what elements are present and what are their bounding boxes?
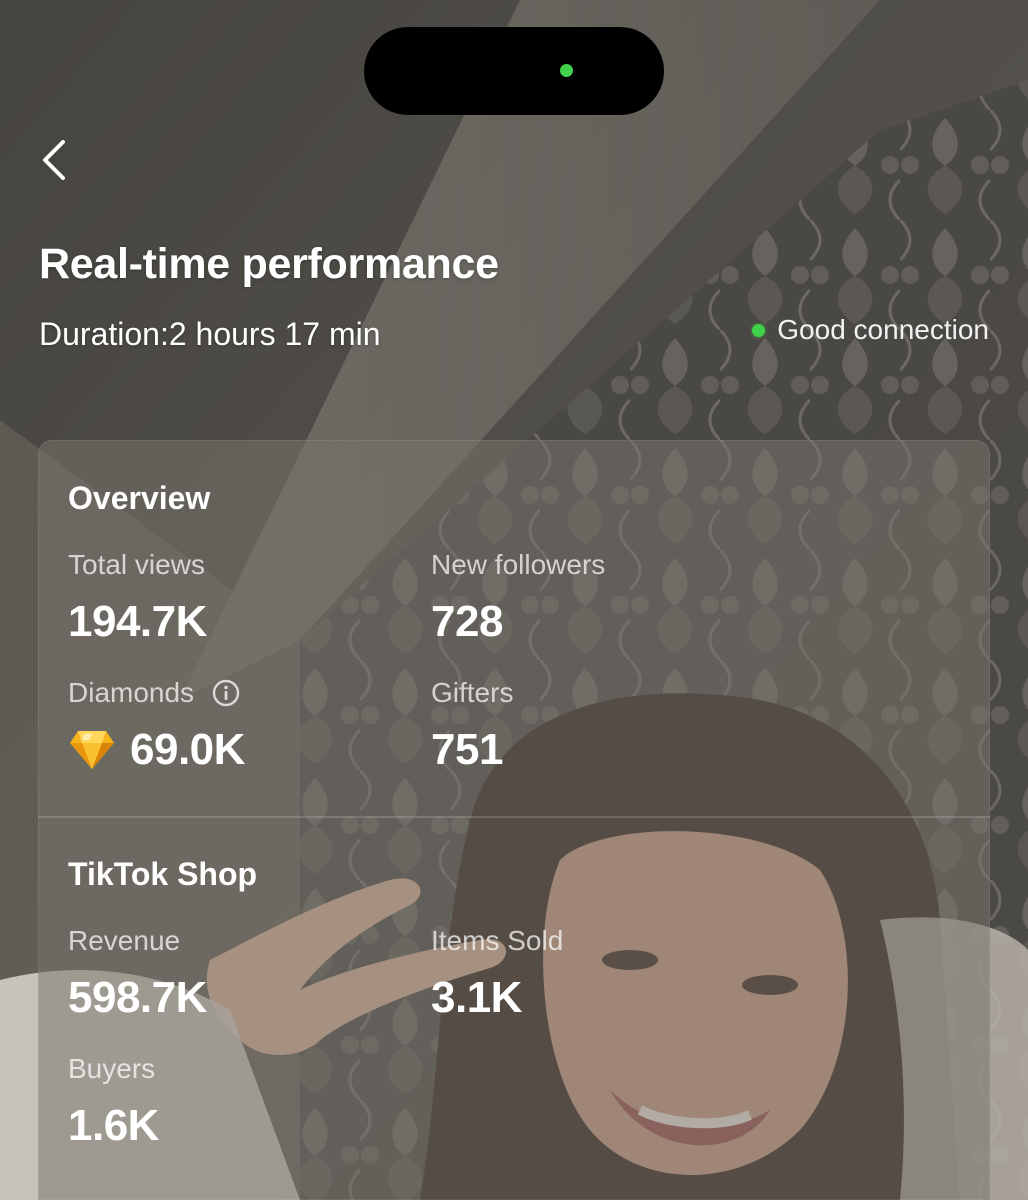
- total-views-value: 194.7K: [68, 597, 207, 646]
- tiktok-shop-title: TikTok Shop: [68, 856, 258, 892]
- overview-title: Overview: [68, 480, 211, 516]
- dynamic-island: [364, 27, 664, 115]
- stat-diamonds: Diamonds 69.0K: [68, 676, 245, 772]
- page-title: Real-time performance: [39, 240, 499, 288]
- buyers-value: 1.6K: [68, 1101, 159, 1150]
- new-followers-value: 728: [431, 597, 503, 646]
- stream-duration: Duration:2 hours 17 min: [39, 316, 381, 352]
- diamond-icon: [68, 729, 116, 771]
- new-followers-label: New followers: [431, 549, 606, 580]
- connection-status-dot: [752, 323, 766, 337]
- diamonds-label: Diamonds: [68, 677, 195, 708]
- items-sold-value: 3.1K: [431, 973, 522, 1022]
- connection-status: Good connection: [752, 314, 989, 346]
- revenue-value: 598.7K: [68, 973, 207, 1022]
- stat-revenue: Revenue 598.7K: [68, 924, 207, 1020]
- camera-indicator-dot: [560, 64, 573, 77]
- back-button[interactable]: [28, 132, 80, 188]
- stat-buyers: Buyers 1.6K: [68, 1052, 159, 1148]
- performance-card: Overview Total views 194.7K New follower…: [38, 440, 990, 1200]
- info-icon[interactable]: [212, 679, 240, 707]
- gifters-value: 751: [431, 725, 503, 774]
- stat-gifters: Gifters 751: [431, 676, 513, 772]
- items-sold-label: Items Sold: [431, 925, 564, 956]
- revenue-label: Revenue: [68, 925, 181, 956]
- diamonds-value-row: 69.0K: [68, 728, 245, 772]
- stat-total-views: Total views 194.7K: [68, 548, 207, 644]
- section-divider: [38, 816, 990, 818]
- chevron-left-icon: [43, 140, 65, 180]
- diamonds-value: 69.0K: [130, 725, 245, 774]
- gifters-label: Gifters: [431, 677, 514, 708]
- total-views-label: Total views: [68, 549, 205, 580]
- connection-status-label: Good connection: [777, 314, 989, 345]
- diamonds-label-row: Diamonds: [68, 676, 245, 710]
- stat-new-followers: New followers 728: [431, 548, 605, 644]
- stat-items-sold: Items Sold 3.1K: [431, 924, 563, 1020]
- buyers-label: Buyers: [68, 1053, 156, 1084]
